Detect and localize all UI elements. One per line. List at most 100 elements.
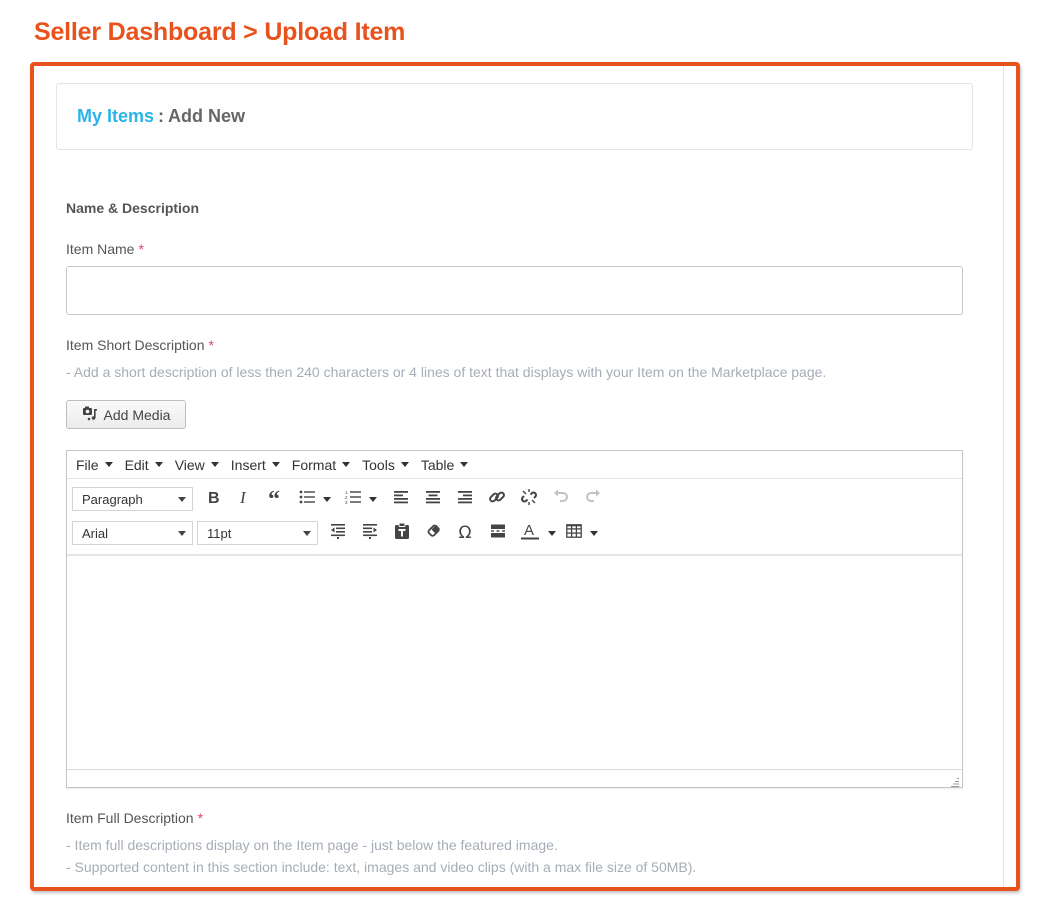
short-description-label-text: Item Short Description <box>66 337 205 353</box>
redo-button[interactable] <box>577 485 609 513</box>
menu-label: Edit <box>124 456 149 473</box>
block-format-value: Paragraph <box>82 491 143 507</box>
menu-label: View <box>174 456 205 473</box>
full-description-help-line: - Item full descriptions display on the … <box>66 837 558 853</box>
caret-down-icon[interactable] <box>369 496 377 502</box>
svg-text:3: 3 <box>345 500 348 504</box>
align-center-icon <box>425 490 441 509</box>
text-color-icon: A <box>520 522 540 545</box>
breadcrumb-my-items-link[interactable]: My Items <box>77 106 154 127</box>
indent-button[interactable] <box>354 519 386 547</box>
align-center-button[interactable] <box>417 485 449 513</box>
caret-down-icon <box>210 462 219 467</box>
undo-icon <box>552 489 570 510</box>
caret-down-icon <box>460 462 469 467</box>
redo-icon <box>584 489 602 510</box>
scrollbar-track[interactable] <box>1003 66 1004 887</box>
blockquote-button[interactable]: “ <box>261 485 293 513</box>
item-name-label-text: Item Name <box>66 241 135 257</box>
unlink-button[interactable] <box>513 485 545 513</box>
svg-text:I: I <box>239 489 247 505</box>
required-marker: * <box>138 241 144 257</box>
table-icon <box>566 523 582 543</box>
block-format-select[interactable]: Paragraph <box>72 487 193 511</box>
menu-format[interactable]: Format <box>287 457 355 473</box>
full-description-help-line: - Supported content in this section incl… <box>66 859 697 875</box>
menu-table[interactable]: Table <box>416 457 473 473</box>
caret-down-icon <box>271 462 280 467</box>
page-heading: Seller Dashboard > Upload Item <box>34 18 406 46</box>
breadcrumb-separator: : <box>158 106 165 126</box>
font-family-value: Arial <box>82 525 109 541</box>
caret-down-icon[interactable] <box>590 530 598 536</box>
table-button[interactable] <box>560 519 606 547</box>
svg-text:B: B <box>208 490 220 505</box>
caret-down-icon[interactable] <box>323 496 331 502</box>
menu-label: Insert <box>230 456 266 473</box>
numbered-list-icon: 123 <box>345 490 361 509</box>
menu-edit[interactable]: Edit <box>120 457 168 473</box>
clear-formatting-button[interactable] <box>418 519 450 547</box>
item-name-label: Item Name * <box>66 241 144 257</box>
numbered-list-button[interactable]: 123 <box>339 485 385 513</box>
outdent-button[interactable] <box>322 519 354 547</box>
svg-text:A: A <box>524 522 534 539</box>
breadcrumb-current: Add New <box>168 106 246 126</box>
menu-insert[interactable]: Insert <box>226 457 285 473</box>
bold-icon: B <box>206 489 220 510</box>
add-media-button[interactable]: Add Media <box>66 400 186 429</box>
font-family-select[interactable]: Arial <box>72 521 193 545</box>
unlink-icon <box>520 488 538 511</box>
svg-text:Ω: Ω <box>459 523 472 539</box>
short-description-label: Item Short Description * <box>66 337 214 353</box>
upload-item-panel: My Items : Add New Name & Description It… <box>34 66 1016 887</box>
align-right-icon <box>457 490 473 509</box>
font-size-select[interactable]: 11pt <box>197 521 318 545</box>
editor-toolbar-row-1: Paragraph B I “ 123 <box>67 482 962 516</box>
item-name-input[interactable] <box>66 266 963 315</box>
caret-down-icon <box>104 462 113 467</box>
caret-down-icon <box>400 462 409 467</box>
required-marker: * <box>208 337 214 353</box>
caret-down-icon <box>303 530 311 536</box>
paste-text-icon <box>394 522 410 545</box>
caret-down-icon <box>178 530 186 536</box>
rich-text-editor: File Edit View Insert Format Tools Table… <box>66 450 963 788</box>
undo-button[interactable] <box>545 485 577 513</box>
text-color-button[interactable]: A <box>514 519 560 547</box>
insert-link-button[interactable] <box>481 485 513 513</box>
bold-button[interactable]: B <box>197 485 229 513</box>
special-character-button[interactable]: Ω <box>450 519 482 547</box>
caret-down-icon <box>178 496 186 502</box>
horizontal-rule-icon <box>490 524 506 543</box>
caret-down-icon[interactable] <box>548 530 556 536</box>
breadcrumb: My Items : Add New <box>56 83 973 150</box>
indent-icon <box>362 523 378 544</box>
italic-button[interactable]: I <box>229 485 261 513</box>
italic-icon: I <box>238 488 252 510</box>
menu-view[interactable]: View <box>170 457 224 473</box>
font-size-value: 11pt <box>207 525 232 541</box>
section-title: Name & Description <box>66 200 200 216</box>
bullet-list-button[interactable] <box>293 485 339 513</box>
blockquote-icon: “ <box>268 487 286 513</box>
align-right-button[interactable] <box>449 485 481 513</box>
editor-content-area[interactable] <box>67 554 962 769</box>
menu-file[interactable]: File <box>71 457 118 473</box>
menu-label: Table <box>420 456 455 473</box>
outdent-icon <box>330 523 346 544</box>
add-media-label: Add Media <box>103 406 171 423</box>
align-left-icon <box>393 490 409 509</box>
menu-tools[interactable]: Tools <box>357 457 414 473</box>
menu-label: File <box>76 456 99 473</box>
required-marker: * <box>197 810 204 826</box>
align-left-button[interactable] <box>385 485 417 513</box>
menu-label: Tools <box>362 456 395 473</box>
resize-handle-icon[interactable] <box>949 775 959 787</box>
horizontal-rule-button[interactable] <box>482 519 514 547</box>
menu-label: Format <box>291 456 337 473</box>
link-icon <box>488 488 506 511</box>
paste-as-text-button[interactable] <box>386 519 418 547</box>
editor-menubar: File Edit View Insert Format Tools Table <box>67 451 962 479</box>
caret-down-icon <box>342 462 351 467</box>
